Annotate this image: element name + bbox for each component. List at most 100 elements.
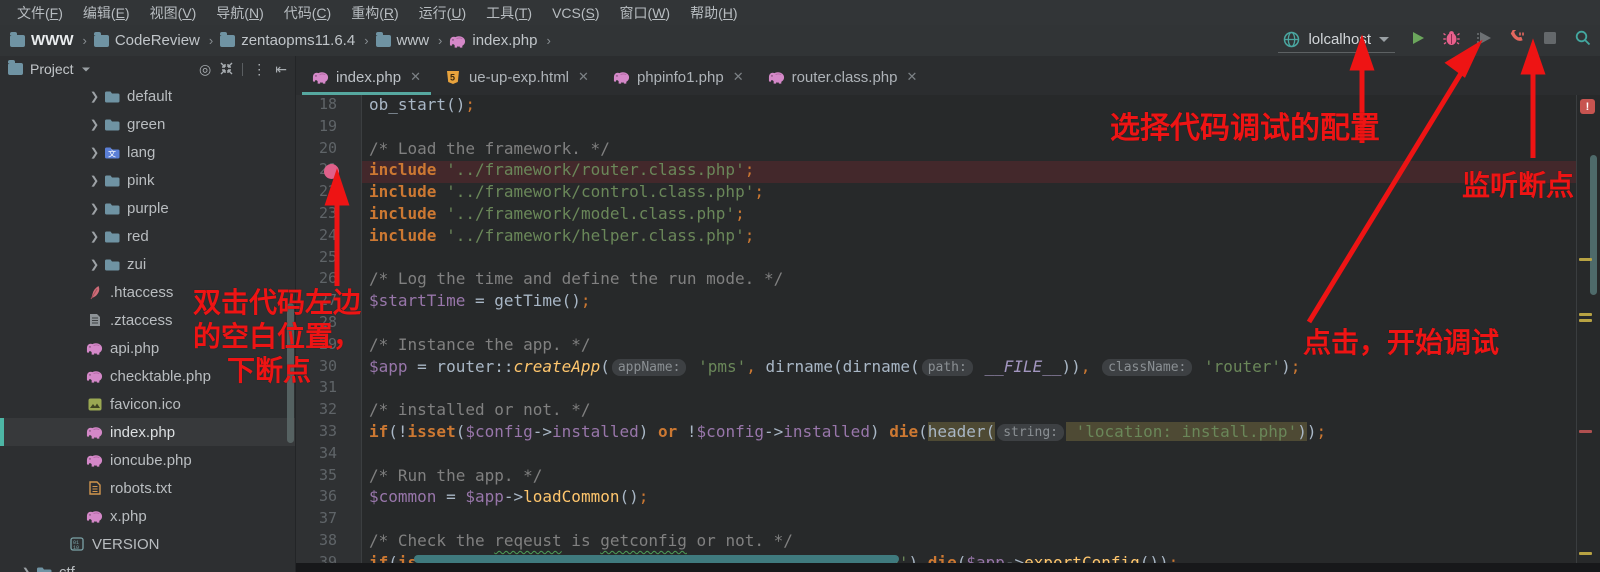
stop-button[interactable] bbox=[1541, 32, 1559, 50]
menu-item-s[interactable]: VCS(S) bbox=[543, 3, 608, 23]
line-number[interactable]: 38 bbox=[296, 531, 361, 553]
chevron-right-icon[interactable]: ❯ bbox=[86, 118, 103, 131]
chevron-down-icon[interactable] bbox=[81, 67, 90, 71]
line-number[interactable]: 24 bbox=[296, 226, 361, 248]
tree-item-purple[interactable]: ❯ purple bbox=[0, 194, 295, 222]
editor-tab-phpinfo1-php[interactable]: phpinfo1.php ✕ bbox=[601, 59, 756, 95]
options-menu-icon[interactable]: ⋮ bbox=[252, 62, 266, 76]
menu-item-e[interactable]: 编辑(E) bbox=[74, 1, 139, 25]
run-configuration-combo[interactable]: lolcalhost bbox=[1278, 29, 1395, 53]
tree-item-ctf[interactable]: ❯ ctf bbox=[0, 558, 295, 572]
menu-item-h[interactable]: 帮助(H) bbox=[681, 1, 746, 25]
debug-button[interactable] bbox=[1442, 31, 1460, 50]
close-icon[interactable]: ✕ bbox=[733, 69, 744, 85]
close-icon[interactable]: ✕ bbox=[578, 69, 589, 85]
breadcrumb-item[interactable]: www bbox=[375, 31, 429, 49]
line-number[interactable]: 36 bbox=[296, 487, 361, 509]
code-editor[interactable]: 1819202122232425262728293031323334353637… bbox=[296, 95, 1600, 572]
tree-item-red[interactable]: ❯ red bbox=[0, 222, 295, 250]
close-icon[interactable]: ✕ bbox=[410, 69, 421, 85]
tree-item-checktable-php[interactable]: checktable.php bbox=[0, 362, 295, 390]
error-stripe-mark[interactable] bbox=[1579, 258, 1592, 261]
tree-item-favicon-ico[interactable]: favicon.ico bbox=[0, 390, 295, 418]
listen-debug-connections-button[interactable] bbox=[1508, 27, 1526, 50]
menu-item-c[interactable]: 代码(C) bbox=[275, 1, 340, 25]
run-button[interactable] bbox=[1409, 32, 1427, 50]
editor-horizontal-scrollbar[interactable] bbox=[414, 555, 899, 563]
chevron-down-icon bbox=[1379, 37, 1389, 42]
error-stripe-mark[interactable] bbox=[1579, 552, 1592, 555]
tree-item-green[interactable]: ❯ green bbox=[0, 110, 295, 138]
tree-item-robots-txt[interactable]: robots.txt bbox=[0, 474, 295, 502]
tree-item-VERSION[interactable]: 01 10 VERSION bbox=[0, 530, 295, 558]
chevron-right-icon[interactable]: ❯ bbox=[86, 258, 103, 271]
menu-item-t[interactable]: 工具(T) bbox=[477, 1, 541, 25]
line-number[interactable]: 34 bbox=[296, 444, 361, 466]
tree-item-ztaccess[interactable]: .ztaccess bbox=[0, 306, 295, 334]
tree-item-default[interactable]: ❯ default bbox=[0, 82, 295, 110]
menu-item-n[interactable]: 导航(N) bbox=[207, 1, 272, 25]
line-number[interactable]: 33 bbox=[296, 422, 361, 444]
menu-item-w[interactable]: 窗口(W) bbox=[611, 1, 680, 25]
line-number[interactable]: 19 bbox=[296, 117, 361, 139]
locate-file-icon[interactable]: ◎ bbox=[199, 62, 211, 76]
line-number[interactable]: 37 bbox=[296, 509, 361, 531]
line-number[interactable]: 25 bbox=[296, 248, 361, 270]
editor-tab-ue-up-exp-html[interactable]: 5 ue-up-exp.html ✕ bbox=[433, 59, 601, 95]
chevron-right-icon[interactable]: ❯ bbox=[86, 90, 103, 103]
folder-icon bbox=[103, 116, 120, 132]
folder-icon bbox=[220, 31, 236, 47]
hide-panel-icon[interactable]: ⇤ bbox=[275, 62, 287, 76]
svg-text:5: 5 bbox=[450, 72, 455, 82]
close-icon[interactable]: ✕ bbox=[907, 69, 918, 85]
menu-item-r[interactable]: 重构(R) bbox=[342, 1, 407, 25]
tree-item-ioncube-php[interactable]: ioncube.php bbox=[0, 446, 295, 474]
editor-tab-router-class-php[interactable]: router.class.php ✕ bbox=[756, 59, 930, 95]
tree-item-x-php[interactable]: x.php bbox=[0, 502, 295, 530]
line-number[interactable]: 20 bbox=[296, 139, 361, 161]
tree-item-pink[interactable]: ❯ pink bbox=[0, 166, 295, 194]
error-stripe-mark[interactable] bbox=[1579, 430, 1592, 433]
chevron-right-icon[interactable]: ❯ bbox=[86, 174, 103, 187]
error-stripe-mark[interactable] bbox=[1579, 313, 1592, 316]
search-everywhere-button[interactable] bbox=[1574, 30, 1592, 50]
line-number[interactable]: 35 bbox=[296, 466, 361, 488]
collapse-all-icon[interactable] bbox=[220, 62, 233, 77]
line-number[interactable]: 28 bbox=[296, 313, 361, 335]
line-number[interactable]: 23 bbox=[296, 204, 361, 226]
tree-item-index-php[interactable]: index.php bbox=[0, 418, 295, 446]
project-panel-header: Project ◎ ⋮ ⇤ bbox=[0, 56, 295, 82]
chevron-right-icon[interactable]: ❯ bbox=[86, 202, 103, 215]
tree-item-api-php[interactable]: api.php bbox=[0, 334, 295, 362]
inspection-status-badge[interactable]: ! bbox=[1580, 99, 1595, 114]
menu-item-f[interactable]: 文件(F) bbox=[8, 1, 72, 25]
breadcrumb-item[interactable]: WWW bbox=[10, 31, 73, 49]
chevron-right-icon[interactable]: ❯ bbox=[86, 146, 103, 159]
breadcrumb-item[interactable]: index.php bbox=[449, 32, 537, 49]
chevron-right-icon[interactable]: ❯ bbox=[86, 230, 103, 243]
line-number[interactable]: 22 bbox=[296, 182, 361, 204]
menu-item-u[interactable]: 运行(U) bbox=[410, 1, 475, 25]
breadcrumb-item[interactable]: CodeReview bbox=[93, 31, 200, 49]
line-number[interactable]: 30 bbox=[296, 357, 361, 379]
chevron-right-icon[interactable]: ❯ bbox=[18, 566, 35, 572]
tree-item-htaccess[interactable]: .htaccess bbox=[0, 278, 295, 306]
line-number[interactable]: 18 bbox=[296, 95, 361, 117]
editor-tab-index-php[interactable]: index.php ✕ bbox=[300, 59, 433, 95]
line-number[interactable]: 29 bbox=[296, 335, 361, 357]
tree-item-zui[interactable]: ❯ zui bbox=[0, 250, 295, 278]
project-scrollbar[interactable] bbox=[287, 303, 294, 443]
line-number[interactable]: 31 bbox=[296, 378, 361, 400]
tree-item-label: robots.txt bbox=[110, 479, 172, 497]
line-number[interactable]: 27 bbox=[296, 291, 361, 313]
error-stripe-mark[interactable] bbox=[1579, 319, 1592, 322]
tree-item-lang[interactable]: ❯ 文 lang bbox=[0, 138, 295, 166]
line-number[interactable]: 32 bbox=[296, 400, 361, 422]
run-with-coverage-button[interactable] bbox=[1475, 32, 1493, 50]
menu-item-v[interactable]: 视图(V) bbox=[141, 1, 206, 25]
tree-item-label: green bbox=[127, 115, 166, 133]
breadcrumb-item[interactable]: zentaopms11.6.4 bbox=[220, 31, 355, 49]
editor-vertical-scrollbar[interactable] bbox=[1590, 155, 1597, 295]
line-number[interactable]: 26 bbox=[296, 269, 361, 291]
